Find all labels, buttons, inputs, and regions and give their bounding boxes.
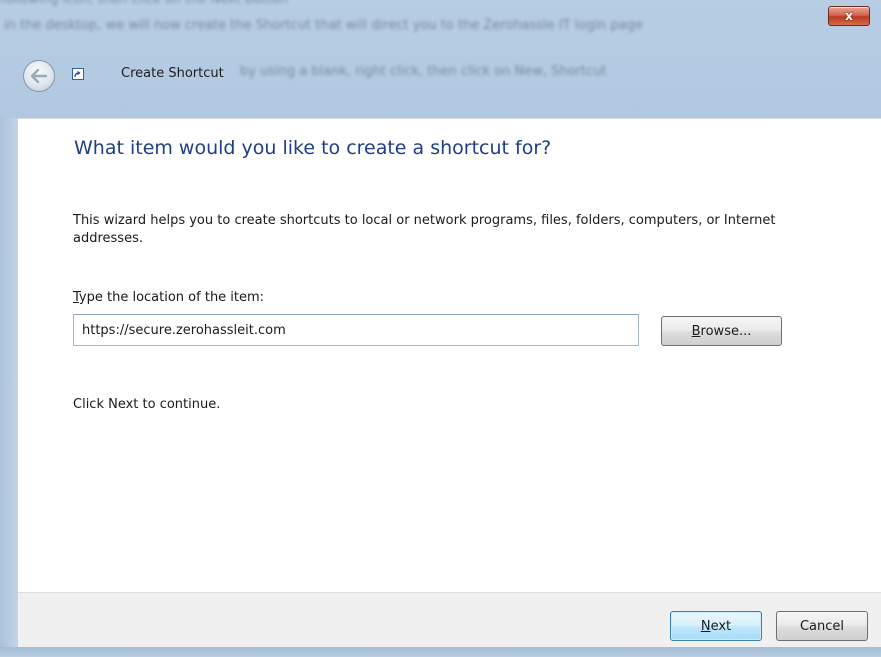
next-button[interactable]: Next — [670, 611, 762, 641]
window-bottom-border — [0, 647, 881, 657]
background-text-line1: in the desktop, we will now create the S… — [4, 18, 643, 33]
background-text-top: following icon, then click on the Next b… — [0, 0, 881, 14]
location-field-label: Type the location of the item: — [73, 290, 264, 305]
browse-accel: B — [691, 323, 701, 339]
close-button[interactable]: x — [828, 6, 870, 26]
next-rest: ext — [710, 618, 732, 634]
page-heading: What item would you like to create a sho… — [74, 137, 552, 159]
window-left-border — [0, 118, 18, 647]
close-icon: x — [845, 9, 853, 23]
browse-rest: rowse... — [700, 323, 752, 339]
background-text-line2: by using a blank, right click, then clic… — [240, 64, 607, 79]
location-label-rest: ype the location of the item: — [78, 290, 265, 305]
back-button[interactable] — [23, 60, 55, 92]
cancel-button[interactable]: Cancel — [776, 611, 868, 641]
continue-hint: Click Next to continue. — [73, 397, 221, 412]
shortcut-arrow-icon — [72, 68, 84, 80]
location-input[interactable] — [73, 314, 639, 346]
wizard-description: This wizard helps you to create shortcut… — [73, 213, 776, 246]
back-arrow-icon — [31, 69, 47, 83]
browse-button[interactable]: Browse... — [661, 316, 782, 346]
window-title: Create Shortcut — [121, 66, 224, 81]
next-accel: N — [700, 618, 711, 634]
wizard-content: What item would you like to create a sho… — [18, 118, 881, 593]
wizard-footer: Next Cancel — [18, 592, 881, 648]
